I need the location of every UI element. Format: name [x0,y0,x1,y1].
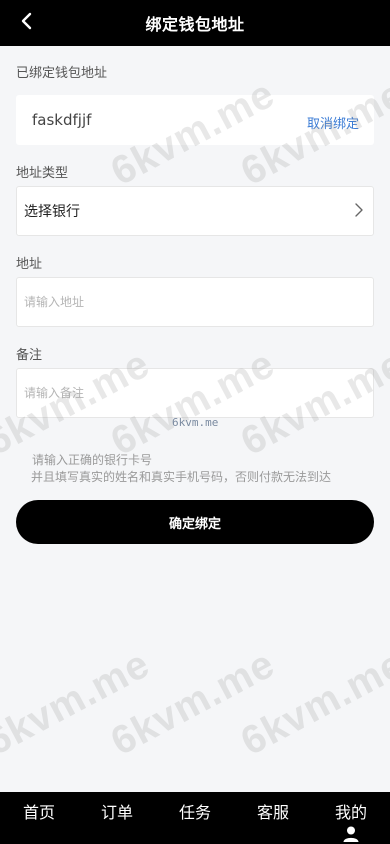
watermark: 6kvm.me [0,641,157,765]
address-field-box [16,277,374,327]
confirm-bind-button[interactable]: 确定绑定 [16,500,374,544]
unbind-link[interactable]: 取消绑定 [307,113,359,132]
nav-item-mine[interactable]: 我的 [312,792,390,844]
page-title: 绑定钱包地址 [145,15,245,34]
watermark: 6kvm.me [103,641,282,765]
bound-wallet-label: 已绑定钱包地址 [16,66,108,81]
address-type-select[interactable]: 选择银行 [16,186,374,236]
bottom-nav: 首页 订单 任务 客服 我的 [0,792,390,844]
remark-field-box [16,368,374,418]
nav-item-orders[interactable]: 订单 [78,792,156,823]
hint-text: 请输入正确的银行卡号 并且填写真实的姓名和真实手机号码，否则付款无法到达 [31,452,377,486]
nav-label: 客服 [256,803,289,822]
address-type-label: 地址类型 [16,166,69,181]
nav-item-home[interactable]: 首页 [0,792,78,823]
header-bar: 绑定钱包地址 [0,0,390,46]
chevron-right-icon [355,202,363,221]
nav-label: 订单 [100,803,133,822]
nav-label: 我的 [334,803,367,822]
nav-label: 任务 [178,803,211,822]
nav-item-service[interactable]: 客服 [234,792,312,823]
nav-item-tasks[interactable]: 任务 [156,792,234,823]
address-input[interactable] [17,278,373,326]
bound-wallet-value: faskdfjjf [32,111,92,129]
chevron-left-icon [21,12,33,34]
remark-input[interactable] [17,369,373,417]
user-icon [342,825,360,844]
address-label: 地址 [16,257,43,272]
hint-line-2: 并且填写真实的姓名和真实手机号码，否则付款无法到达 [31,470,332,484]
remark-label: 备注 [16,348,43,363]
hint-line-1: 请输入正确的银行卡号 [32,453,153,467]
page: 绑定钱包地址 已绑定钱包地址 faskdfjjf 取消绑定 地址类型 选择银行 … [0,0,390,844]
watermark: 6kvm.me [233,641,390,765]
back-button[interactable] [12,8,42,38]
bound-wallet-card: faskdfjjf 取消绑定 [16,95,374,145]
nav-label: 首页 [22,803,55,822]
address-type-value: 选择银行 [24,204,80,220]
